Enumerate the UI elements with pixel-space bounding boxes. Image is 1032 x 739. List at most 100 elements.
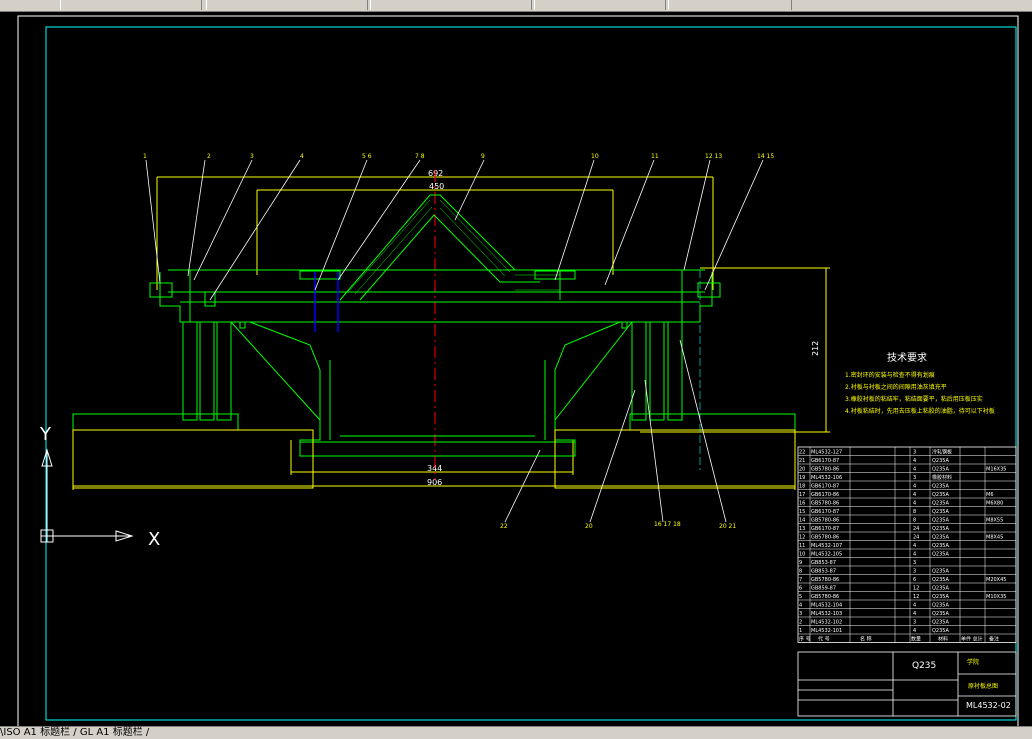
bom-cell: M10X35 [986, 594, 1006, 600]
svg-text:2.衬板与衬板之间的间隙用油灰填充平: 2.衬板与衬板之间的间隙用油灰填充平 [845, 383, 947, 391]
bom-cell: GB5780-86 [811, 467, 839, 473]
bom-cell: Q235A [932, 569, 949, 575]
bom-cell: 6 [799, 586, 802, 592]
bom-cell: 19 [799, 475, 805, 481]
material-text: Q235 [912, 661, 936, 671]
bom-cell: GB6170-86 [811, 492, 839, 498]
bom-cell: 8 [913, 518, 916, 524]
ucs-y-label: Y [39, 424, 52, 445]
bom-header-cell: 备注 [989, 636, 999, 643]
bom-cell: 24 [913, 526, 919, 532]
bom-cell: ML4532-102 [811, 620, 842, 626]
ucs-icon [40, 448, 134, 543]
svg-text:3.橡胶衬板的粘结牢，粘结面要平，粘后用压板压实: 3.橡胶衬板的粘结牢，粘结面要平，粘后用压板压实 [845, 395, 983, 403]
bom-cell: 13 [799, 526, 805, 532]
bom-cell: GB6170-87 [811, 484, 839, 490]
bom-cell: 22 [799, 450, 805, 456]
bom-cell: 20 [799, 467, 805, 473]
bom-header-cell: 单件 总计 [961, 636, 983, 643]
bom-cell: 3 [913, 475, 916, 481]
bom-cell: 3 [913, 450, 916, 456]
bom-cell: 4 [913, 467, 916, 473]
drawing-canvas[interactable]: 692 450 344 906 212 1 2 3 4 5 6 7 8 9 10… [0, 11, 1032, 726]
bom-cell: GB6170-87 [811, 526, 839, 532]
sheet-frame-outer [17, 15, 1019, 726]
bom-cell: ML4532-105 [811, 552, 842, 558]
bom-cell: 3 [799, 611, 802, 617]
svg-text:1: 1 [143, 153, 147, 160]
toolbar-field[interactable] [60, 0, 202, 10]
bom-cell: 12 [799, 535, 805, 541]
bom-cell: 24 [913, 535, 919, 541]
bom-cell: ML4532-106 [811, 475, 842, 481]
bom-cell: 4 [913, 552, 916, 558]
bom-cell: 12 [913, 594, 919, 600]
toolbar-field[interactable] [534, 0, 666, 10]
layout-tabs[interactable]: \ISO A1 标题栏 / GL A1 标题栏 / [0, 727, 149, 739]
bom-cell: Q235A [932, 526, 949, 532]
bom-header-cell: 序 号 [799, 636, 811, 643]
toolbar-field[interactable] [668, 0, 792, 10]
bom-cell: 4 [799, 603, 802, 609]
svg-text:4: 4 [300, 153, 304, 160]
bom-cell: 1 [799, 628, 802, 634]
bom-cell: Q235A [932, 603, 949, 609]
dim-212: 212 [811, 341, 820, 356]
bom-cell: Q235A [932, 552, 949, 558]
svg-text:4.衬板粘结时，先用去压板上粘胶的油脂，待可以下衬板: 4.衬板粘结时，先用去压板上粘胶的油脂，待可以下衬板 [845, 407, 995, 415]
bom-cell: 4 [913, 484, 916, 490]
bom-cell: 冷轧钢板 [932, 449, 952, 456]
bom-cell: 7 [799, 577, 802, 583]
bom-cell: 14 [799, 518, 805, 524]
cone-hatch [349, 199, 560, 295]
bom-cell: 3 [913, 560, 916, 566]
svg-text:22: 22 [500, 523, 508, 530]
dimension-lines [72, 176, 830, 490]
svg-text:7 8: 7 8 [415, 153, 425, 160]
toolbar-field[interactable] [206, 0, 368, 10]
bom-cell: 12 [913, 586, 919, 592]
bom-cell: GB859-87 [811, 586, 836, 592]
svg-text:12 13: 12 13 [705, 153, 722, 160]
bom-cell: ML4532-104 [811, 603, 842, 609]
bom-cell: 橡胶材料 [932, 474, 952, 481]
bom-cell: Q235A [932, 458, 949, 464]
balloons: 1 2 3 4 5 6 7 8 9 10 11 12 13 14 15 22 2… [143, 153, 774, 530]
bom-cell: Q235A [932, 509, 949, 515]
bom-cell: GB5780-86 [811, 535, 839, 541]
bom-cell: Q235A [932, 586, 949, 592]
bom-cell: 15 [799, 509, 805, 515]
bom-cell: M20X45 [986, 577, 1006, 583]
bom-cell: Q235A [932, 535, 949, 541]
bom-cell: Q235A [932, 518, 949, 524]
bom-table: 22 ML4532-127 3 冷轧钢板21 GB6170-87 4 Q235A20 GB57… [797, 446, 1017, 643]
company-text: 学院 [967, 658, 979, 666]
bom-cell: M16X35 [986, 467, 1006, 473]
bom-cell: ML4532-101 [811, 628, 842, 634]
svg-text:14 15: 14 15 [757, 153, 774, 160]
bom-header-cell: 代 号 [818, 636, 830, 643]
bom-cell: Q235A [932, 467, 949, 473]
toolbar-field[interactable] [370, 0, 532, 10]
bom-cell: Q235A [932, 577, 949, 583]
svg-text:16 17 18: 16 17 18 [654, 521, 681, 528]
dim-450: 450 [429, 182, 444, 191]
bom-cell: 16 [799, 501, 805, 507]
svg-text:20 21: 20 21 [719, 523, 736, 530]
tech-title: 技术要求 [887, 351, 927, 364]
leader-lines [145, 159, 764, 523]
drawing-number: ML4532-02 [966, 701, 1011, 710]
bom-cell: Q235A [932, 484, 949, 490]
bom-cell: Q235A [932, 501, 949, 507]
bom-cell: 3 [913, 620, 916, 626]
bom-header-cell: 数量 [911, 636, 921, 643]
bom-cell: 11 [799, 543, 805, 549]
bom-cell: ML4532-103 [811, 611, 842, 617]
bom-cell: GB5780-86 [811, 518, 839, 524]
bom-cell: GB6170-87 [811, 509, 839, 515]
tech-notes: 1.密封环的安装与检查不得有划痕 2.衬板与衬板之间的间隙用油灰填充平 3.橡胶… [845, 371, 995, 415]
bom-cell: GB5780-86 [811, 501, 839, 507]
ucs-x-label: X [148, 529, 160, 550]
bom-cell: 4 [913, 603, 916, 609]
bom-cell: GB853-87 [811, 569, 836, 575]
